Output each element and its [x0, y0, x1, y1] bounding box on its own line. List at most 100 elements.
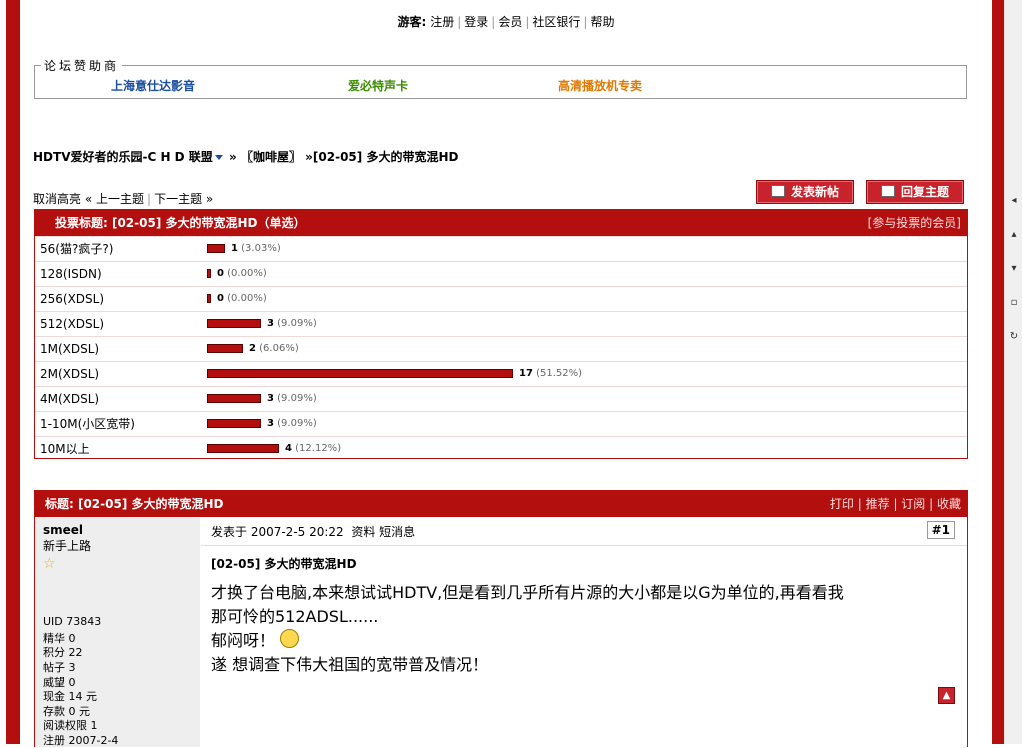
- stat-cash: 现金 14 元: [43, 690, 97, 703]
- breadcrumb-sep: »: [229, 150, 237, 164]
- poll-option-row: 128(ISDN) 0 (0.00%): [35, 261, 967, 286]
- poll-bar: [207, 419, 261, 428]
- poll-voters-link[interactable]: [参与投票的会员]: [868, 210, 961, 236]
- sponsor-link-2[interactable]: 爱必特声卡: [348, 77, 408, 94]
- poll-option-row: 1M(XDSL) 2 (6.06%): [35, 336, 967, 361]
- post-header: 标题: [02-05] 多大的带宽混HD 打印 | 推荐 | 订阅 | 收藏: [35, 491, 967, 517]
- poll-option-label: 4M(XDSL): [40, 392, 100, 406]
- refresh-icon[interactable]: ↻: [1007, 330, 1021, 344]
- sponsors-legend: 论坛赞助商: [41, 57, 123, 74]
- poll-bar: [207, 269, 211, 278]
- nav-login-link[interactable]: 登录: [464, 15, 488, 29]
- poll-option-row: 56(猫?疯子?) 1 (3.03%): [35, 236, 967, 261]
- post-header-title: 标题: [02-05] 多大的带宽混HD: [45, 497, 224, 511]
- post-actions: 打印 | 推荐 | 订阅 | 收藏: [829, 497, 961, 511]
- cancel-highlight-link[interactable]: 取消高亮: [33, 192, 81, 206]
- next-arrow: »: [205, 192, 214, 206]
- poll-count: 4 (12.12%): [285, 437, 341, 461]
- right-frame: [992, 0, 1004, 744]
- page: 游客: 注册 | 登录 | 会员 | 社区银行 | 帮助 论坛赞助商 上海意仕达影音 爱必特声卡…: [20, 0, 992, 747]
- poll-count: 1 (3.03%): [231, 237, 281, 261]
- breadcrumb: HDTV爱好者的乐园-C H D 联盟 » 〖咖啡屋〗 »[02-05] 多大的…: [33, 148, 458, 165]
- poll-bar: [207, 444, 279, 453]
- poll-count-value: 2: [249, 343, 256, 354]
- subscribe-link[interactable]: 订阅: [901, 497, 925, 511]
- stat-points: 积分 22: [43, 646, 83, 659]
- new-post-icon: [770, 185, 785, 197]
- favorite-link[interactable]: 收藏: [937, 497, 961, 511]
- prev-topic-link[interactable]: 上一主题: [96, 192, 144, 206]
- next-topic-link[interactable]: 下一主题: [154, 192, 202, 206]
- print-link[interactable]: 打印: [830, 497, 854, 511]
- author-rank: 新手上路: [43, 539, 92, 553]
- poll-count: 3 (9.09%): [267, 387, 317, 411]
- poll-count-value: 0: [217, 268, 224, 279]
- collapse-icon[interactable]: ◂: [1007, 194, 1021, 208]
- stat-read-perm: 阅读权限 1: [43, 719, 98, 732]
- poll-percent: (12.12%): [295, 443, 342, 454]
- poll-count-value: 3: [267, 318, 274, 329]
- poll-bar: [207, 369, 513, 378]
- breadcrumb-section-link[interactable]: 〖咖啡屋〗: [241, 150, 301, 164]
- poll-option-label: 512(XDSL): [40, 317, 105, 331]
- left-frame: [0, 0, 20, 744]
- author-name[interactable]: smeel: [43, 523, 83, 537]
- sponsor-link-1[interactable]: 上海意仕达影音: [111, 77, 195, 94]
- reply-button[interactable]: 回复主题: [866, 180, 964, 204]
- poll-option-label: 1M(XDSL): [40, 342, 100, 356]
- post-floor-number[interactable]: #1: [926, 521, 955, 539]
- nav-help-link[interactable]: 帮助: [590, 15, 614, 29]
- nav-register-link[interactable]: 注册: [430, 15, 454, 29]
- side-toolbar: ◂ ▴ ▾ ▫ ↻: [1004, 0, 1022, 744]
- nav-members-link[interactable]: 会员: [498, 15, 522, 29]
- poll-option-label: 256(XDSL): [40, 292, 105, 306]
- breadcrumb-forum-link[interactable]: HDTV爱好者的乐园-C H D 联盟: [33, 150, 213, 164]
- poll-count: 0 (0.00%): [217, 287, 267, 311]
- stat-uid: UID 73843: [43, 615, 102, 628]
- poll-percent: (3.03%): [241, 243, 281, 254]
- post-body-line-3: 郁闷呀！: [211, 631, 276, 650]
- poll-option-row: 256(XDSL) 0 (0.00%): [35, 286, 967, 311]
- poll-bar: [207, 294, 211, 303]
- stat-posts: 帖子 3: [43, 661, 76, 674]
- dropdown-arrow-icon[interactable]: [214, 155, 223, 160]
- prev-arrow: «: [84, 192, 93, 206]
- poll-count: 0 (0.00%): [217, 262, 267, 286]
- post-body-line-1: 才换了台电脑,本来想试试HDTV,但是看到几乎所有片源的大小都是以G为单位的,再…: [211, 583, 844, 602]
- poll-option-row: 4M(XDSL) 3 (9.09%): [35, 386, 967, 411]
- poll-percent: (0.00%): [227, 268, 267, 279]
- post-meta: 发表于 2007-2-5 20:22 资料 短消息: [211, 523, 415, 540]
- poll-percent: (51.52%): [536, 368, 583, 379]
- post-body-line-2: 那可怜的512ADSL......: [211, 607, 379, 626]
- sponsor-link-3[interactable]: 高清播放机专卖: [558, 77, 642, 94]
- breadcrumb-sep: »: [305, 150, 313, 164]
- top-nav: 游客: 注册 | 登录 | 会员 | 社区银行 | 帮助: [397, 15, 615, 29]
- poll-option-label: 56(猫?疯子?): [40, 242, 114, 256]
- back-to-top-icon[interactable]: ▲: [938, 687, 955, 704]
- scroll-up-icon[interactable]: ▴: [1007, 228, 1021, 242]
- poll-bar: [207, 319, 261, 328]
- poll-percent: (6.06%): [259, 343, 299, 354]
- poll-option-label: 128(ISDN): [40, 267, 102, 281]
- poll-count-value: 17: [519, 368, 533, 379]
- post-divider: [201, 545, 967, 546]
- stat-register: 注册 2007-2-4: [43, 734, 119, 747]
- poll-count-value: 3: [267, 393, 274, 404]
- poll-header: 投票标题: [02-05] 多大的带宽混HD（单选） [参与投票的会员]: [35, 210, 967, 236]
- recommend-link[interactable]: 推荐: [866, 497, 890, 511]
- star-icon: ☆: [43, 556, 56, 572]
- post-content: 发表于 2007-2-5 20:22 资料 短消息 #1 [02-05] 多大的…: [201, 517, 967, 747]
- poll-count-value: 4: [285, 443, 292, 454]
- poll-option-label: 10M以上: [40, 442, 90, 456]
- page-icon[interactable]: ▫: [1007, 296, 1021, 310]
- pm-link[interactable]: 短消息: [379, 525, 415, 539]
- profile-link[interactable]: 资料: [351, 525, 375, 539]
- new-post-label: 发表新帖: [790, 185, 839, 199]
- poll-option-row: 2M(XDSL) 17 (51.52%): [35, 361, 967, 386]
- sad-emoji-icon: [280, 629, 300, 648]
- nav-bank-link[interactable]: 社区银行: [532, 15, 580, 29]
- scroll-down-icon[interactable]: ▾: [1007, 262, 1021, 276]
- sponsors-box: 论坛赞助商 上海意仕达影音 爱必特声卡 高清播放机专卖: [34, 57, 967, 99]
- new-post-button[interactable]: 发表新帖: [756, 180, 854, 204]
- poll-option-row: 10M以上 4 (12.12%): [35, 436, 967, 461]
